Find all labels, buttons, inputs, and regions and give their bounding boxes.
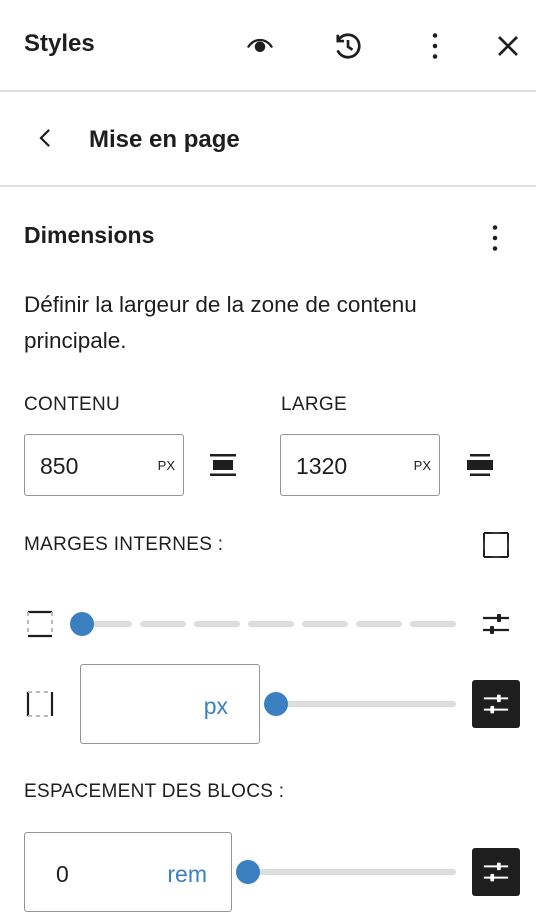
chevron-left-icon (39, 129, 50, 147)
slider-track (274, 701, 456, 707)
navigation-bar: Mise en page (0, 92, 536, 187)
block-spacing-slider[interactable] (236, 860, 456, 884)
slider-track (246, 869, 456, 875)
slider-step (410, 621, 456, 627)
sides-all-icon[interactable] (479, 528, 513, 562)
slider-thumb[interactable] (264, 692, 288, 716)
panel-header: Styles (0, 0, 536, 92)
slider-thumb[interactable] (70, 612, 94, 636)
panel-title: Styles (24, 30, 95, 57)
content-width-input[interactable]: 850 PX (24, 434, 184, 496)
slider-step (140, 621, 186, 627)
close-icon[interactable] (488, 26, 528, 66)
screen-title: Mise en page (89, 126, 240, 153)
settings-sliders-icon[interactable] (480, 608, 512, 640)
wide-width-unit[interactable]: PX (414, 458, 431, 473)
content-width-label: CONTENU (24, 394, 121, 415)
padding-horizontal-input[interactable]: px (80, 664, 260, 744)
eye-icon[interactable] (240, 26, 280, 66)
wide-width-input[interactable]: 1320 PX (280, 434, 440, 496)
sides-vertical-icon (24, 608, 56, 640)
block-spacing-input[interactable]: 0 rem (24, 832, 232, 912)
more-vertical-icon (492, 225, 498, 251)
slider-step (302, 621, 348, 627)
padding-vertical-slider[interactable] (70, 612, 456, 636)
padding-horizontal-unit[interactable]: px (204, 693, 228, 720)
slider-step (248, 621, 294, 627)
more-vertical-icon[interactable] (415, 26, 455, 66)
settings-sliders-icon (483, 694, 509, 714)
back-button[interactable] (26, 118, 66, 158)
custom-block-spacing-button[interactable] (472, 848, 520, 896)
content-width-value: 850 (40, 453, 79, 479)
block-spacing-label: ESPACEMENT DES BLOCS : (24, 781, 285, 802)
slider-step (194, 621, 240, 627)
content-width-unit[interactable]: PX (158, 458, 175, 473)
wide-width-label: LARGE (281, 394, 347, 415)
custom-padding-button[interactable] (472, 680, 520, 728)
block-spacing-value: 0 (56, 861, 69, 887)
padding-horizontal-slider[interactable] (264, 692, 456, 716)
slider-step (356, 621, 402, 627)
section-options-button[interactable] (475, 218, 515, 258)
stretch-wide-icon (462, 447, 498, 483)
settings-sliders-icon (483, 862, 509, 882)
sides-horizontal-icon (24, 688, 56, 720)
align-none-icon (205, 447, 241, 483)
slider-thumb[interactable] (236, 860, 260, 884)
section-description: Définir la largeur de la zone de contenu… (24, 292, 417, 353)
history-icon[interactable] (328, 26, 368, 66)
padding-label: MARGES INTERNES : (24, 534, 224, 555)
section-title: Dimensions (24, 222, 155, 248)
wide-width-value: 1320 (296, 453, 348, 479)
block-spacing-unit[interactable]: rem (167, 861, 207, 888)
